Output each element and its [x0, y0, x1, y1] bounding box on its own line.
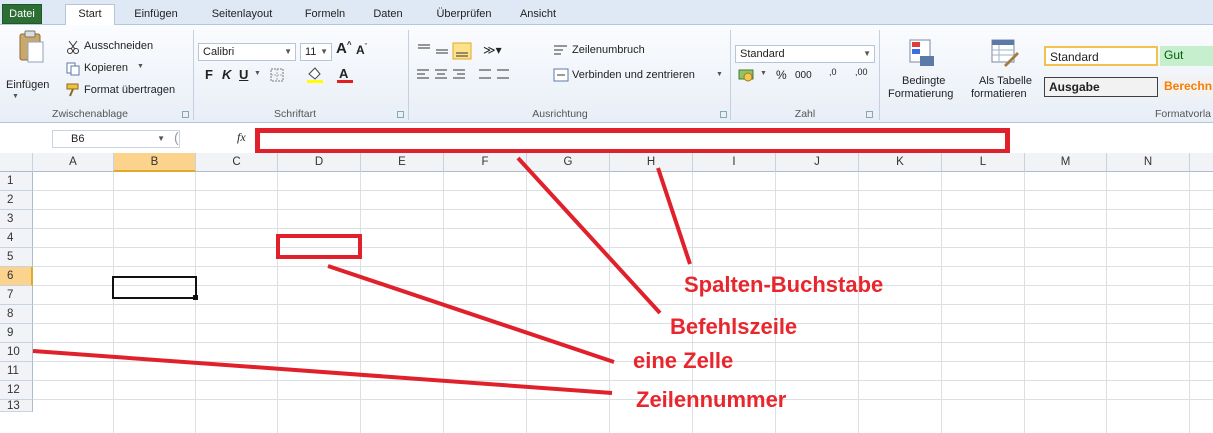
- annotation-column-letter: Spalten-Buchstabe: [684, 272, 884, 297]
- row-number-pointer: [32, 349, 613, 395]
- cell-pointer: [327, 264, 615, 364]
- annotation-command-line: Befehlszeile: [670, 314, 798, 339]
- cell-highlight-box: [276, 234, 362, 259]
- column-letter-pointer: [656, 167, 692, 265]
- annotation-overlay: [32, 156, 692, 395]
- annotation-a-cell: eine Zelle: [633, 348, 734, 373]
- annotation-row-number: Zeilennummer: [636, 387, 787, 412]
- command-line-pointer: [516, 156, 662, 315]
